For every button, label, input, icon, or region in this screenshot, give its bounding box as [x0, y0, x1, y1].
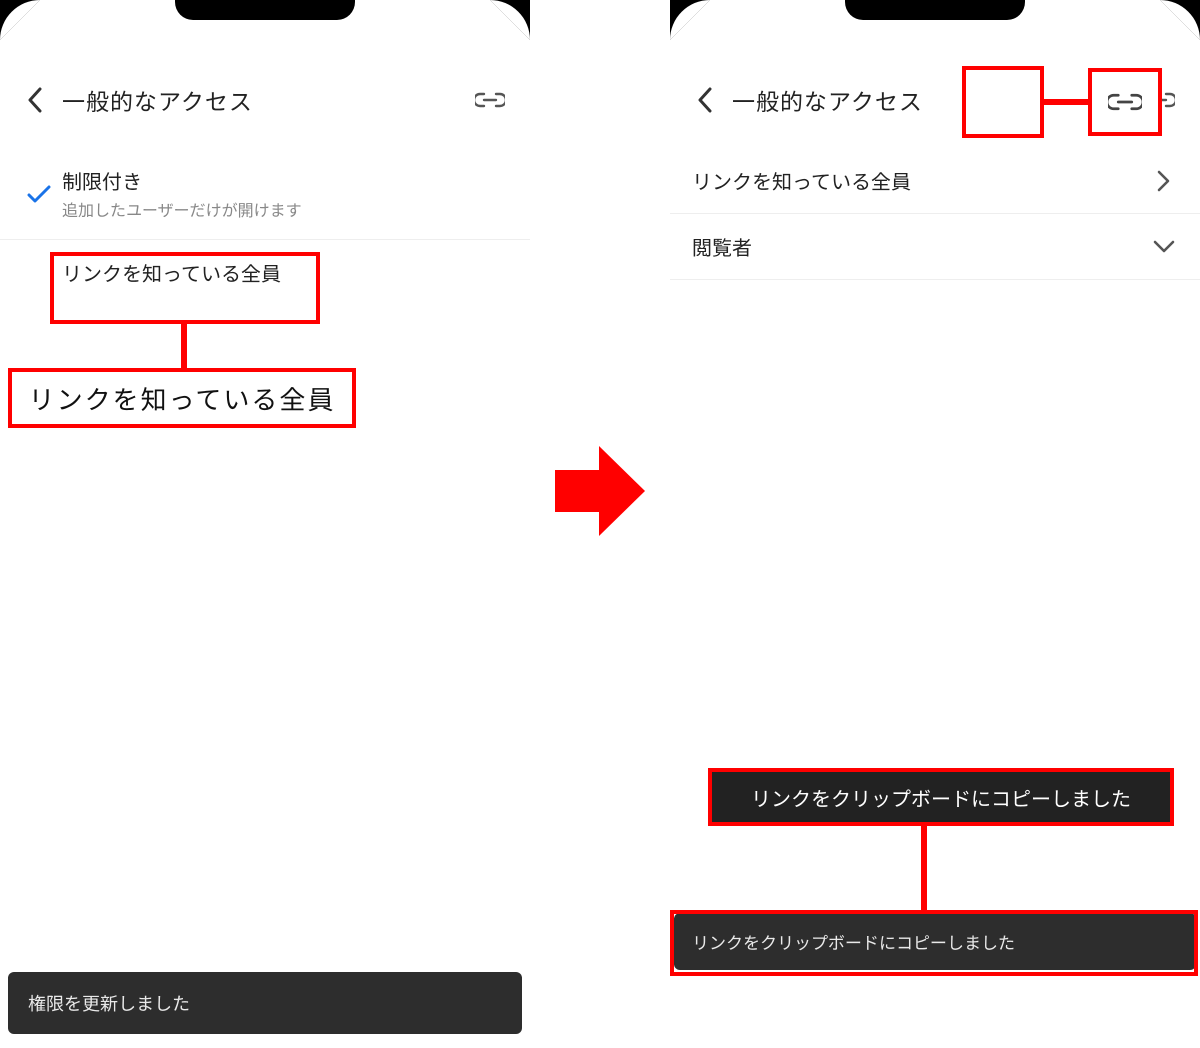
- access-option-anyone-with-link[interactable]: リンクを知っている全員: [0, 240, 530, 305]
- check-icon: [22, 184, 56, 204]
- toast-text: 権限を更新しました: [28, 994, 190, 1015]
- back-button[interactable]: [20, 85, 50, 115]
- option-subtitle: 追加したユーザーだけが開けます: [62, 197, 508, 221]
- row-label: リンクを知っている全員: [692, 166, 1150, 195]
- chevron-right-icon: [1150, 170, 1178, 192]
- row-label: 閲覧者: [692, 232, 1150, 261]
- device-corner: [670, 0, 710, 40]
- link-icon: [475, 92, 505, 108]
- device-notch: [175, 0, 355, 20]
- toast-text: リンクをクリップボードにコピーしました: [692, 934, 1015, 954]
- callout-text: リンクをクリップボードにコピーしました: [751, 783, 1131, 812]
- toast-link-copied: リンクをクリップボードにコピーしました: [674, 913, 1196, 970]
- page-title: 一般的なアクセス: [62, 83, 470, 117]
- screen-after: 一般的なアクセス リンクを知っている全員 閲覧者: [670, 0, 1200, 1048]
- device-corner: [1160, 0, 1200, 40]
- transition-arrow-icon: [555, 446, 645, 536]
- annotation-callout-anyone: リンクを知っている全員: [8, 368, 356, 428]
- device-notch: [845, 0, 1025, 20]
- annotation-connector: [181, 324, 187, 368]
- callout-text: リンクを知っている全員: [29, 380, 336, 417]
- screen-before: 一般的なアクセス 制限付き 追加したユーザーだけが開けます リンクを知っている全…: [0, 0, 530, 1048]
- chevron-left-icon: [27, 87, 43, 113]
- chevron-down-icon: [1150, 240, 1178, 254]
- link-icon: [1108, 93, 1142, 111]
- option-title: リンクを知っている全員: [62, 258, 508, 287]
- copy-link-button[interactable]: [470, 80, 510, 120]
- device-corner: [490, 0, 530, 40]
- toast-permissions-updated: 権限を更新しました: [8, 972, 522, 1034]
- annotation-callout-toast: リンクをクリップボードにコピーしました: [708, 768, 1174, 826]
- option-body: リンクを知っている全員: [62, 258, 508, 287]
- annotation-callout-link-icon: [1088, 68, 1162, 136]
- option-body: 制限付き 追加したユーザーだけが開けます: [62, 166, 508, 221]
- row-anyone-with-link[interactable]: リンクを知っている全員: [670, 148, 1200, 214]
- option-title: 制限付き: [62, 166, 508, 195]
- chevron-left-icon: [697, 87, 713, 113]
- annotation-connector: [1044, 99, 1088, 105]
- device-corner: [0, 0, 40, 40]
- header: 一般的なアクセス: [0, 70, 530, 130]
- annotation-connector: [921, 826, 927, 910]
- row-role-viewer[interactable]: 閲覧者: [670, 214, 1200, 280]
- access-option-restricted[interactable]: 制限付き 追加したユーザーだけが開けます: [0, 148, 530, 240]
- back-button[interactable]: [690, 85, 720, 115]
